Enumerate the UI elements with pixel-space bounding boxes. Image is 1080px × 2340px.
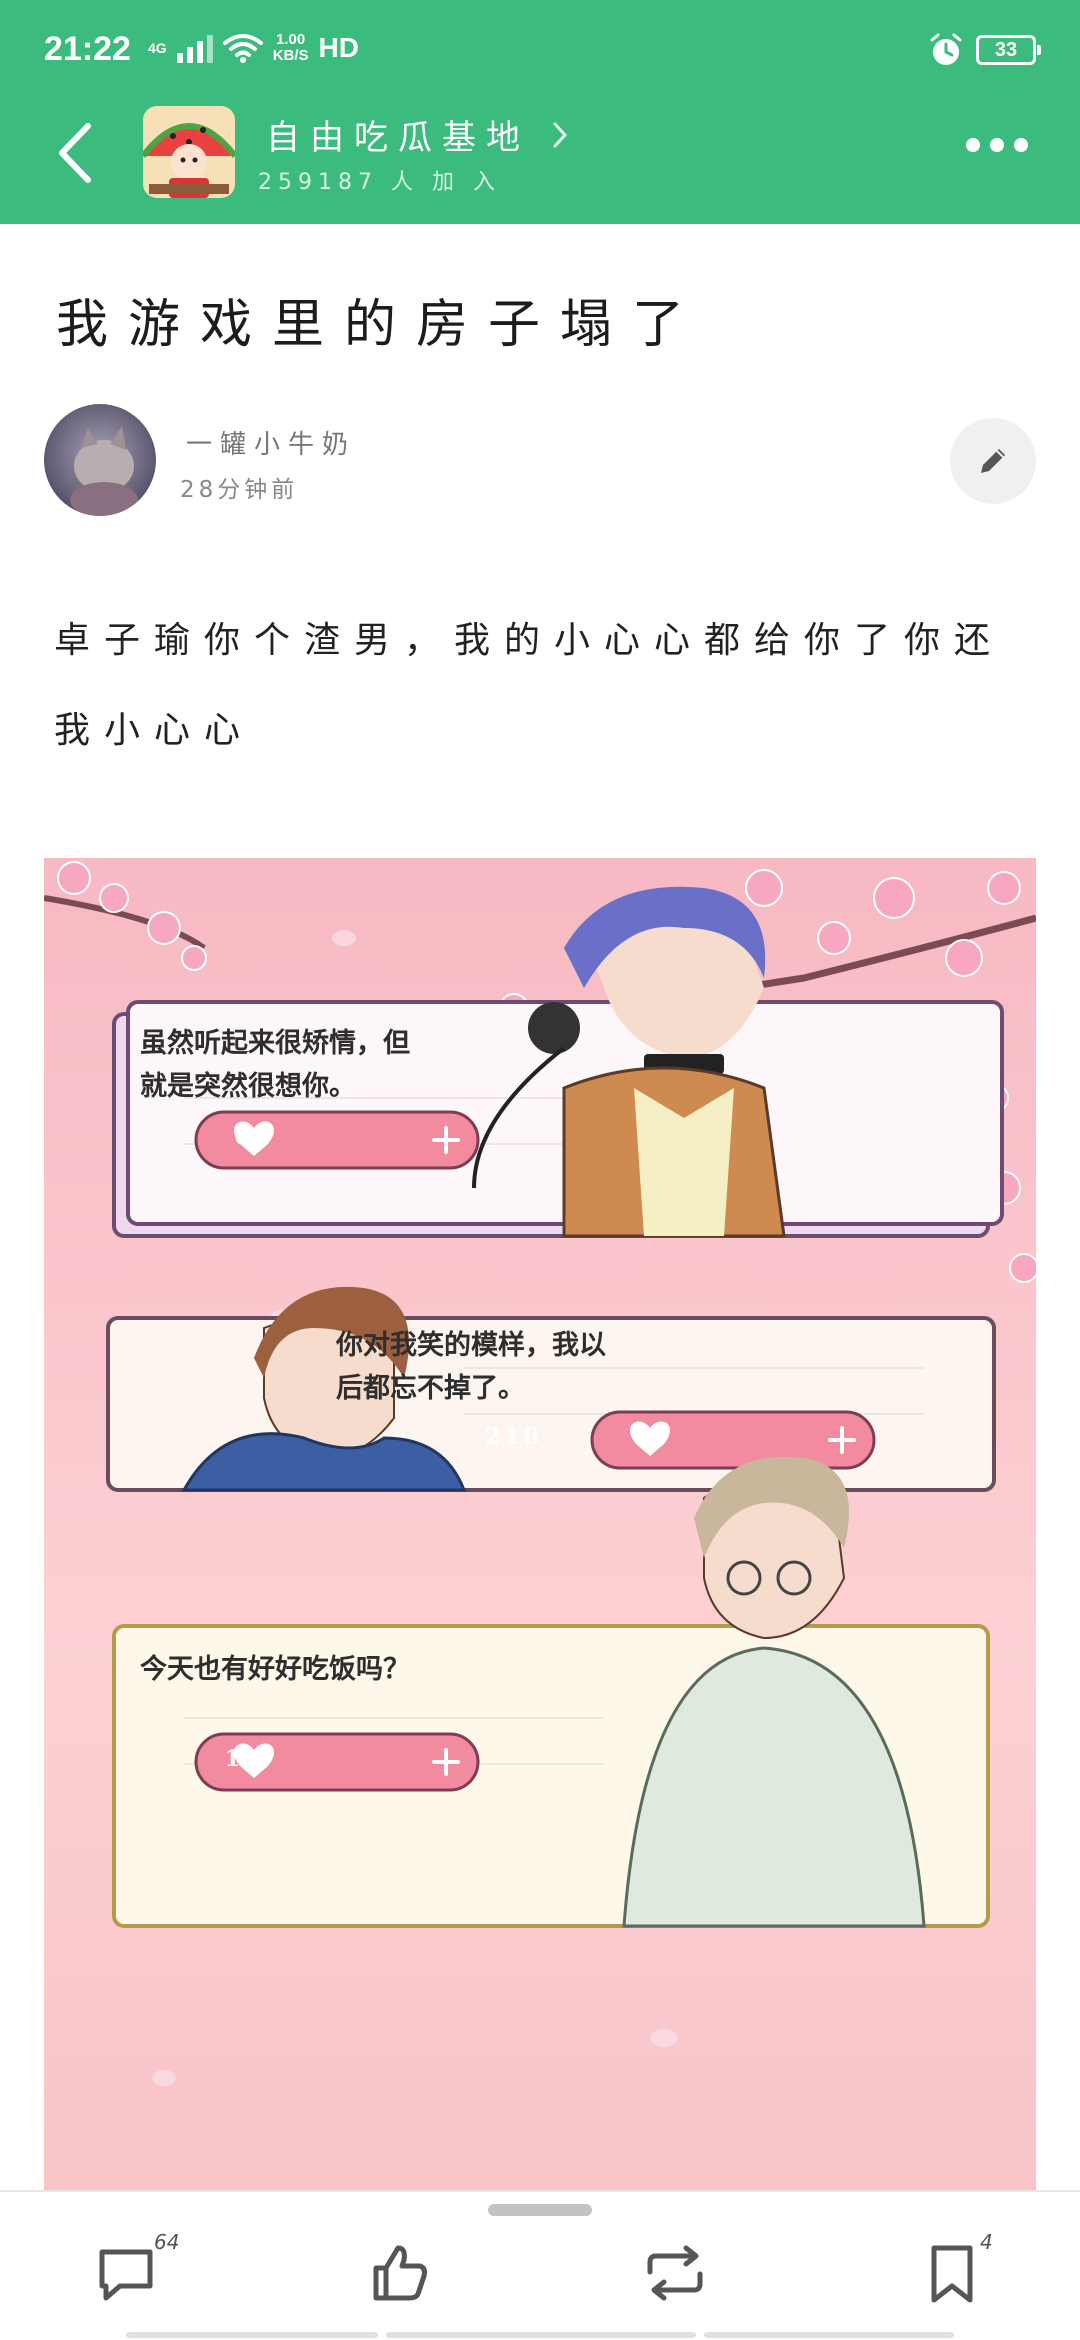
chevron-right-icon bbox=[553, 122, 568, 147]
chevron-left-icon bbox=[59, 123, 91, 183]
bookmark-icon bbox=[931, 2245, 973, 2303]
status-right-icons: 33 bbox=[928, 32, 1041, 68]
thumbs-up-icon bbox=[373, 2245, 427, 2301]
system-nav-indicator bbox=[0, 2332, 1080, 2340]
repost-icon bbox=[647, 2245, 703, 2301]
post-body: 卓子瑜你个渣男，我的小心心都给你了你还我小心心 bbox=[54, 620, 1005, 751]
more-options-button[interactable] bbox=[966, 138, 1028, 152]
author-name[interactable]: 一罐小牛奶 bbox=[186, 424, 356, 461]
dot-icon bbox=[1014, 138, 1028, 152]
card-2-text: 你对我笑的模样，我以后都忘不掉了。 bbox=[336, 1330, 606, 1404]
wifi-icon bbox=[222, 34, 263, 63]
repost-button[interactable] bbox=[640, 2238, 730, 2318]
cat-avatar-icon bbox=[44, 404, 156, 516]
group-avatar[interactable] bbox=[143, 106, 235, 198]
comment-button[interactable]: 64 bbox=[92, 2230, 182, 2318]
status-left-icons: 4G 1.00 KB/S HD bbox=[148, 32, 359, 64]
status-time: 21:22 bbox=[44, 30, 131, 68]
battery-icon: 33 bbox=[976, 35, 1041, 65]
network-speed: 1.00 KB/S bbox=[272, 31, 309, 64]
top-bar: 21:22 4G 1.00 KB/S HD 33 自由吃瓜基地 259187 人… bbox=[0, 0, 1080, 224]
post-image[interactable]: 虽然听起来很矫情，但就是突然很想你。 0 你对我笑的模样，我以后都忘不掉了。 2… bbox=[44, 858, 1036, 2190]
comment-icon bbox=[99, 2249, 153, 2301]
group-member-count: 259187 人 加 入 bbox=[258, 170, 501, 195]
post-title: 我游戏里的房子塌了 bbox=[56, 295, 705, 355]
group-name: 自由吃瓜基地 bbox=[266, 118, 530, 158]
watermelon-avatar-icon bbox=[143, 106, 235, 198]
drag-handle[interactable] bbox=[488, 2204, 592, 2216]
like-button[interactable] bbox=[364, 2238, 454, 2318]
bookmark-count: 4 bbox=[980, 2230, 993, 2254]
hd-indicator: HD bbox=[318, 32, 359, 63]
card-2-like-count: 218 bbox=[485, 1424, 543, 1450]
card-3-text: 今天也有好好吃饭吗？ bbox=[140, 1654, 410, 1685]
comment-count: 64 bbox=[154, 2230, 180, 2254]
author-avatar[interactable] bbox=[44, 404, 156, 516]
status-bar: 21:22 4G 1.00 KB/S HD 33 bbox=[0, 0, 1080, 104]
pencil-icon bbox=[981, 449, 1005, 473]
alarm-icon bbox=[930, 33, 962, 65]
card-1-text: 虽然听起来很矫情，但就是突然很想你。 bbox=[140, 1028, 410, 1102]
dot-icon bbox=[966, 138, 980, 152]
bookmark-button[interactable]: 4 bbox=[918, 2230, 1008, 2318]
dot-icon bbox=[990, 138, 1004, 152]
group-name-link[interactable]: 自由吃瓜基地 bbox=[266, 110, 570, 159]
network-type: 4G bbox=[148, 40, 167, 56]
card-1-like-count: 0 bbox=[234, 1124, 254, 1150]
bottom-action-bar: 64 4 bbox=[0, 2190, 1080, 2340]
card-3-like-count: 15 bbox=[224, 1746, 264, 1772]
edit-button[interactable] bbox=[950, 418, 1036, 504]
signal-icon bbox=[176, 33, 213, 63]
back-button[interactable] bbox=[50, 118, 110, 188]
post-time: 28分钟前 bbox=[180, 477, 299, 503]
